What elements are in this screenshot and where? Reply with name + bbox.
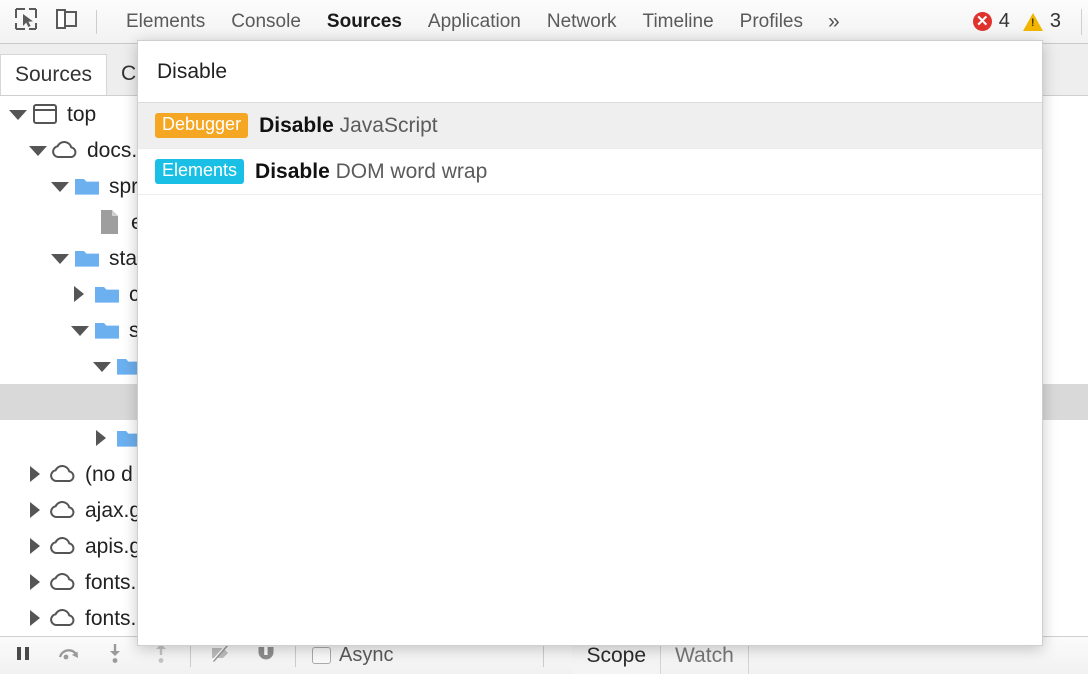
- deactivate-breakpoints-icon: [208, 642, 232, 669]
- chevron-right-icon[interactable]: [26, 501, 44, 519]
- pause-resume-button[interactable]: [0, 639, 46, 673]
- error-icon: ✕: [973, 12, 992, 31]
- command-palette-input[interactable]: [155, 59, 1025, 85]
- toolbar-right-divider: [1081, 9, 1082, 35]
- debugger-divider-2: [295, 645, 296, 667]
- debugger-divider-3: [543, 645, 544, 667]
- step-into-icon: [104, 642, 126, 669]
- chevron-right-icon[interactable]: [26, 573, 44, 591]
- device-toolbar-icon: [53, 6, 79, 37]
- chevron-right-icon[interactable]: [70, 285, 88, 303]
- command-item-label: Disable DOM word wrap: [255, 160, 487, 184]
- cloud-icon: [48, 497, 78, 523]
- async-checkbox[interactable]: [312, 647, 331, 664]
- devtools-main-toolbar: Elements Console Sources Application Net…: [0, 0, 1088, 44]
- tree-row-label: fonts.: [85, 608, 136, 629]
- command-palette-dialog: Debugger Disable JavaScript Elements Disabl…: [137, 40, 1043, 646]
- tab-application[interactable]: Application: [415, 0, 534, 44]
- more-tabs-button[interactable]: »: [816, 0, 852, 44]
- command-item-match: Disable: [259, 114, 334, 137]
- tree-icon-placeholder: [22, 389, 52, 415]
- step-into-button[interactable]: [92, 639, 138, 673]
- command-item-rest: DOM word wrap: [330, 160, 488, 183]
- command-category-badge: Elements: [155, 159, 244, 183]
- inspect-element-button[interactable]: [6, 2, 46, 42]
- chevron-down-icon[interactable]: [92, 357, 110, 375]
- chevron-down-icon[interactable]: [50, 177, 68, 195]
- tree-row-label: sta: [109, 248, 137, 269]
- devtools-window: Elements Console Sources Application Net…: [0, 0, 1088, 674]
- tree-arrow-placeholder: [0, 393, 18, 411]
- tab-console[interactable]: Console: [218, 0, 314, 44]
- devtools-tab-strip: Elements Console Sources Application Net…: [113, 0, 852, 44]
- cloud-icon: [48, 605, 78, 631]
- tree-row-label: docs.: [87, 140, 137, 161]
- command-palette-input-area: [138, 41, 1042, 103]
- toggle-device-toolbar-button[interactable]: [46, 2, 86, 42]
- folder-icon: [92, 317, 122, 343]
- folder-icon: [72, 173, 102, 199]
- tree-row-label: apis.g: [85, 536, 141, 557]
- tree-row-label: (no d: [85, 464, 133, 485]
- async-stack-toggle[interactable]: Async: [312, 644, 393, 667]
- chevron-right-icon[interactable]: [26, 609, 44, 627]
- tree-row-label: spr: [109, 176, 138, 197]
- toolbar-divider: [96, 10, 97, 34]
- command-category-badge: Debugger: [155, 113, 248, 137]
- command-palette-item[interactable]: Elements Disable DOM word wrap: [138, 149, 1042, 195]
- inspect-element-icon: [13, 6, 39, 37]
- debugger-divider-1: [190, 645, 191, 667]
- command-palette-results: Debugger Disable JavaScript Elements Disabl…: [138, 103, 1042, 195]
- chevron-right-icon[interactable]: [26, 537, 44, 555]
- tree-row-label: ajax.g: [85, 500, 141, 521]
- chevron-right-icon[interactable]: [26, 465, 44, 483]
- warning-icon: [1023, 13, 1043, 31]
- cloud-icon: [48, 569, 78, 595]
- chevron-down-icon[interactable]: [28, 141, 46, 159]
- step-over-icon: [57, 642, 81, 669]
- tab-elements[interactable]: Elements: [113, 0, 218, 44]
- tree-row-label: fonts.: [85, 572, 136, 593]
- step-out-icon: [150, 642, 172, 669]
- warning-count: 3: [1050, 10, 1061, 33]
- error-count: 4: [999, 10, 1010, 33]
- chevron-right-icon[interactable]: [92, 429, 110, 447]
- cloud-icon: [48, 533, 78, 559]
- cloud-icon: [48, 461, 78, 487]
- tab-timeline[interactable]: Timeline: [630, 0, 727, 44]
- folder-icon: [92, 281, 122, 307]
- folder-icon: [72, 245, 102, 271]
- async-label: Async: [339, 644, 393, 667]
- cloud-icon: [50, 137, 80, 163]
- tree-row-label: top: [67, 104, 96, 125]
- frame-icon: [30, 101, 60, 127]
- step-over-button[interactable]: [46, 639, 92, 673]
- chevron-down-icon[interactable]: [50, 249, 68, 267]
- command-palette-item[interactable]: Debugger Disable JavaScript: [138, 103, 1042, 149]
- navigator-tab-sources[interactable]: Sources: [0, 54, 107, 95]
- file-icon: [94, 209, 124, 235]
- issue-counters[interactable]: ✕ 4 3: [973, 10, 1069, 33]
- tree-arrow-placeholder: [72, 213, 90, 231]
- command-item-label: Disable JavaScript: [259, 114, 438, 138]
- command-item-rest: JavaScript: [334, 114, 438, 137]
- tab-network[interactable]: Network: [534, 0, 630, 44]
- command-item-match: Disable: [255, 160, 330, 183]
- chevron-down-icon[interactable]: [8, 105, 26, 123]
- pause-on-exceptions-icon: [255, 642, 277, 669]
- tab-sources[interactable]: Sources: [314, 0, 415, 44]
- tab-profiles[interactable]: Profiles: [727, 0, 816, 44]
- chevron-down-icon[interactable]: [70, 321, 88, 339]
- pause-resume-icon: [12, 642, 34, 669]
